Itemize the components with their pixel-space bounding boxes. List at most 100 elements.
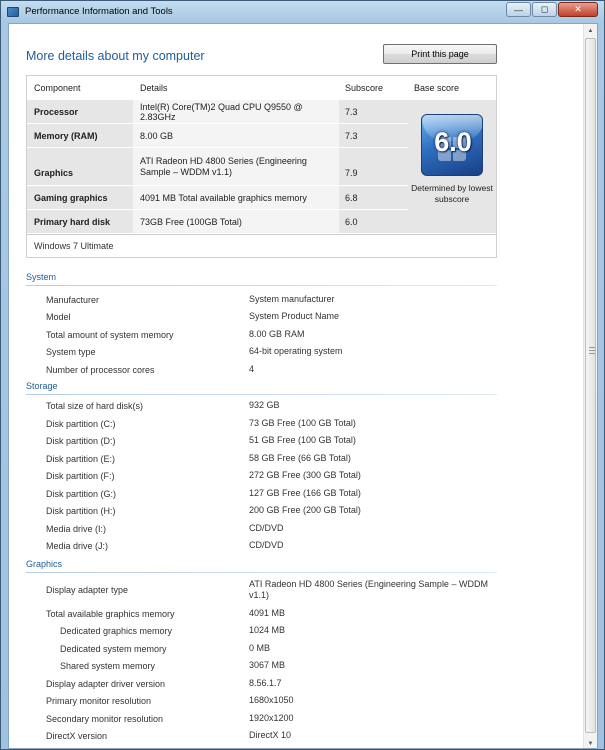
app-icon bbox=[7, 6, 19, 17]
item-value: 4091 MB bbox=[249, 608, 286, 619]
item-value: 1680x1050 bbox=[249, 695, 294, 706]
list-item: System type 64-bit operating system bbox=[46, 343, 499, 360]
item-label: Model bbox=[46, 311, 71, 322]
scroll-down-arrow-icon[interactable]: ▼ bbox=[584, 737, 597, 748]
item-label: Shared system memory bbox=[60, 660, 156, 671]
base-score-note: Determined by lowest subscore bbox=[411, 183, 493, 204]
list-item: Manufacturer System manufacturer bbox=[46, 291, 499, 308]
item-label: Secondary monitor resolution bbox=[46, 713, 164, 724]
base-score-panel: 6.0 Determined by lowest subscore bbox=[408, 99, 496, 233]
item-label: Total amount of system memory bbox=[46, 329, 174, 340]
item-label: Media drive (J:) bbox=[46, 540, 109, 551]
window-title: Performance Information and Tools bbox=[25, 6, 173, 17]
list-item: Disk partition (E:) 58 GB Free (66 GB To… bbox=[46, 450, 499, 467]
item-value: 272 GB Free (300 GB Total) bbox=[249, 470, 361, 481]
list-item: Media drive (I:) CD/DVD bbox=[46, 520, 499, 537]
item-label: Dedicated graphics memory bbox=[60, 625, 173, 636]
component-name: Processor bbox=[27, 100, 133, 123]
item-label: Disk partition (G:) bbox=[46, 488, 117, 499]
item-label: Disk partition (C:) bbox=[46, 418, 116, 429]
component-name: Gaming graphics bbox=[27, 186, 133, 209]
item-value: DirectX 10 bbox=[249, 730, 292, 741]
list-item: DirectX version DirectX 10 bbox=[46, 727, 499, 744]
header-component: Component bbox=[34, 82, 81, 93]
item-value: 932 GB bbox=[249, 400, 280, 411]
item-label: Primary monitor resolution bbox=[46, 695, 152, 706]
minimize-button[interactable]: — bbox=[506, 2, 531, 17]
content: More details about my computer Print thi… bbox=[9, 24, 584, 748]
base-score-badge: 6.0 bbox=[421, 114, 483, 176]
section-divider bbox=[26, 285, 497, 286]
component-details: ATI Radeon HD 4800 Series (Engineering S… bbox=[133, 148, 339, 185]
grip-icon bbox=[589, 347, 595, 354]
list-item: Dedicated system memory 0 MB bbox=[46, 640, 499, 657]
item-label: Total size of hard disk(s) bbox=[46, 400, 144, 411]
item-label: DirectX version bbox=[46, 730, 108, 741]
list-item: Display adapter driver version 8.56.1.7 bbox=[46, 675, 499, 692]
item-label: Display adapter driver version bbox=[46, 678, 166, 689]
component-subscore: 7.3 bbox=[339, 100, 408, 123]
item-value: CD/DVD bbox=[249, 540, 284, 551]
close-button[interactable]: ✕ bbox=[558, 2, 598, 17]
list-item: Shared system memory 3067 MB bbox=[46, 657, 499, 674]
list-item: Number of processor cores 4 bbox=[46, 361, 499, 378]
window-controls: — ◻ ✕ bbox=[505, 2, 598, 17]
item-value: 58 GB Free (66 GB Total) bbox=[249, 453, 351, 464]
section-divider bbox=[26, 572, 497, 573]
list-item: Primary monitor resolution 1680x1050 bbox=[46, 692, 499, 709]
item-value: CD/DVD bbox=[249, 523, 284, 534]
item-value: 64-bit operating system bbox=[249, 346, 343, 357]
item-label: Media drive (I:) bbox=[46, 523, 107, 534]
print-button[interactable]: Print this page bbox=[383, 44, 497, 64]
item-label: Number of processor cores bbox=[46, 364, 155, 375]
header-base-score: Base score bbox=[414, 82, 460, 93]
score-table: Component Details Subscore Base score Pr… bbox=[26, 75, 497, 258]
scroll-thumb[interactable] bbox=[585, 38, 596, 733]
component-subscore: 7.9 bbox=[339, 148, 408, 185]
list-item: Disk partition (H:) 200 GB Free (200 GB … bbox=[46, 502, 499, 519]
item-label: Total available graphics memory bbox=[46, 608, 175, 619]
component-name: Memory (RAM) bbox=[27, 124, 133, 147]
component-subscore: 7.3 bbox=[339, 124, 408, 147]
item-value: 0 MB bbox=[249, 643, 271, 654]
section-heading-storage: Storage bbox=[26, 381, 58, 391]
list-item: Disk partition (G:) 127 GB Free (166 GB … bbox=[46, 485, 499, 502]
list-item: Disk partition (D:) 51 GB Free (100 GB T… bbox=[46, 432, 499, 449]
item-label: Disk partition (E:) bbox=[46, 453, 116, 464]
item-value: 1920x1200 bbox=[249, 713, 294, 724]
list-item: Display adapter type ATI Radeon HD 4800 … bbox=[46, 576, 499, 603]
window: Performance Information and Tools — ◻ ✕ … bbox=[0, 0, 605, 750]
list-item: Media drive (J:) CD/DVD bbox=[46, 537, 499, 554]
title-bar[interactable]: Performance Information and Tools — ◻ ✕ bbox=[1, 1, 604, 22]
item-value: 3067 MB bbox=[249, 660, 286, 671]
item-value: 73 GB Free (100 GB Total) bbox=[249, 418, 356, 429]
page-title: More details about my computer bbox=[26, 49, 205, 63]
list-item: Total amount of system memory 8.00 GB RA… bbox=[46, 326, 499, 343]
list-item: Secondary monitor resolution 1920x1200 bbox=[46, 710, 499, 727]
maximize-button[interactable]: ◻ bbox=[532, 2, 557, 17]
list-item: Model System Product Name bbox=[46, 308, 499, 325]
item-label: Disk partition (D:) bbox=[46, 435, 116, 446]
item-value: 1024 MB bbox=[249, 625, 286, 636]
scroll-up-arrow-icon[interactable]: ▲ bbox=[584, 24, 597, 37]
section-divider bbox=[26, 394, 497, 395]
component-details: 4091 MB Total available graphics memory bbox=[133, 186, 339, 209]
list-item: Disk partition (C:) 73 GB Free (100 GB T… bbox=[46, 415, 499, 432]
item-label: Disk partition (F:) bbox=[46, 470, 115, 481]
item-label: Display adapter type bbox=[46, 584, 129, 595]
list-item: Disk partition (F:) 272 GB Free (300 GB … bbox=[46, 467, 499, 484]
component-name: Primary hard disk bbox=[27, 210, 133, 233]
base-score-value: 6.0 bbox=[434, 127, 472, 157]
item-value: 51 GB Free (100 GB Total) bbox=[249, 435, 356, 446]
header-subscore: Subscore bbox=[345, 82, 384, 93]
item-value: System Product Name bbox=[249, 311, 340, 322]
item-label: Manufacturer bbox=[46, 294, 100, 305]
item-label: System type bbox=[46, 346, 96, 357]
windows-edition: Windows 7 Ultimate bbox=[27, 234, 496, 257]
vertical-scrollbar[interactable]: ▲ ▼ bbox=[583, 24, 597, 748]
component-details: Intel(R) Core(TM)2 Quad CPU Q9550 @ 2.83… bbox=[133, 100, 339, 123]
client-area: More details about my computer Print thi… bbox=[8, 23, 598, 749]
item-value: 8.56.1.7 bbox=[249, 678, 282, 689]
component-name: Graphics bbox=[27, 148, 133, 185]
item-value: ATI Radeon HD 4800 Series (Engineering S… bbox=[249, 579, 488, 600]
